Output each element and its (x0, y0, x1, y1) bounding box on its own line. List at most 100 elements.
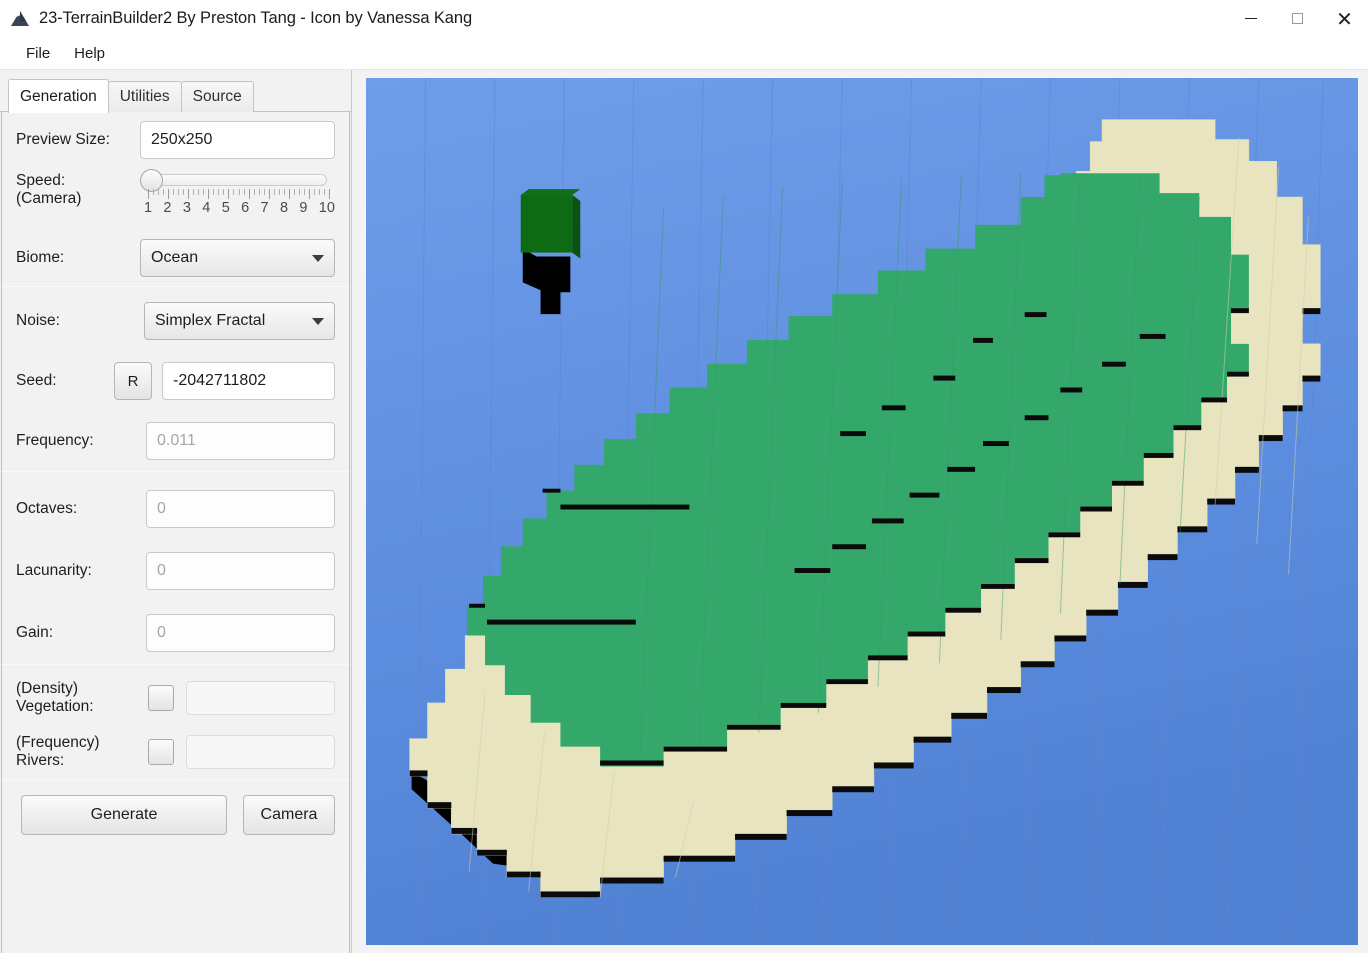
noise-value: Simplex Fractal (155, 312, 266, 329)
lacunarity-input[interactable]: 0 (146, 552, 335, 590)
slider-tick-major (148, 189, 149, 199)
window-controls: ✕ (1227, 0, 1368, 37)
rivers-label-line1: (Frequency) (16, 733, 100, 751)
maximize-icon (1292, 13, 1303, 24)
slider-tick-label: 2 (163, 200, 172, 216)
seed-randomize-button[interactable]: R (114, 362, 152, 400)
speed-label-line1: Speed: (16, 172, 66, 189)
row-lacunarity: Lacunarity: 0 (2, 540, 349, 602)
tab-utilities[interactable]: Utilities (107, 80, 182, 112)
frequency-label: Frequency: (16, 431, 94, 449)
tab-strip: Generation Utilities Source (0, 70, 351, 113)
rivers-label: (Frequency) Rivers: (16, 734, 140, 771)
chevron-down-icon (312, 254, 324, 262)
generation-tab-panel: Preview Size: 250x250 Speed: (Camera) 1 … (1, 112, 350, 953)
speed-label: Speed: (Camera) (16, 172, 140, 209)
slider-tick-minor (233, 189, 235, 195)
seed-input[interactable]: -2042711802 (162, 362, 335, 400)
window-title: 23-TerrainBuilder2 By Preston Tang - Ico… (39, 9, 473, 27)
octaves-input[interactable]: 0 (146, 490, 335, 528)
close-button[interactable]: ✕ (1321, 0, 1368, 37)
slider-tick-major (228, 189, 230, 199)
minimize-button[interactable] (1227, 0, 1274, 37)
slider-tick-minor (193, 189, 195, 195)
menu-item-help[interactable]: Help (62, 41, 117, 66)
terrain-scene (366, 78, 1358, 945)
slider-tick-minor (183, 189, 185, 195)
section-fractal: Octaves: 0 Lacunarity: 0 Gain: 0 (2, 472, 349, 664)
speed-label-line2: (Camera) (16, 190, 82, 208)
minimize-icon (1244, 18, 1257, 19)
gain-label: Gain: (16, 623, 54, 641)
noise-label: Noise: (16, 311, 60, 329)
slider-tick-minor (213, 189, 215, 195)
slider-tick-minor (243, 189, 245, 195)
seed-label: Seed: (16, 371, 57, 389)
slider-tick-minor (198, 189, 200, 195)
slider-tick-major (208, 189, 210, 199)
lacunarity-label: Lacunarity: (16, 561, 92, 579)
slider-tick-label: 7 (260, 200, 269, 216)
slider-tick-minor (313, 189, 315, 195)
tree-leaves-side (572, 195, 581, 259)
viewport-container (352, 70, 1368, 953)
tab-generation[interactable]: Generation (8, 78, 109, 113)
mountain-icon (9, 8, 31, 30)
rivers-input[interactable] (186, 735, 335, 769)
slider-tick-minor (238, 189, 240, 195)
slider-tick-minor (258, 189, 260, 195)
slider-tick-major (188, 189, 190, 199)
row-octaves: Octaves: 0 (2, 478, 349, 540)
speed-tick-labels: 1 2 3 4 5 6 7 8 9 10 (144, 200, 335, 216)
biome-select[interactable]: Ocean (140, 239, 335, 277)
slider-tick-minor (223, 189, 225, 195)
slider-tick-minor (203, 189, 205, 195)
vegetation-input[interactable] (186, 681, 335, 715)
section-basic: Preview Size: 250x250 Speed: (Camera) 1 … (2, 112, 349, 286)
slider-tick-minor (218, 189, 220, 195)
vegetation-checkbox[interactable] (148, 685, 174, 711)
slider-tick-label: 10 (318, 200, 335, 216)
slider-tick-minor (153, 189, 155, 195)
row-seed: Seed: R -2042711802 (2, 351, 349, 411)
slider-tick-major (168, 189, 170, 199)
row-vegetation: (Density) Vegetation: (2, 671, 349, 725)
section-noise: Noise: Simplex Fractal Seed: R -20427118… (2, 287, 349, 471)
close-icon: ✕ (1336, 6, 1353, 31)
preview-size-label: Preview Size: (16, 130, 110, 148)
speed-slider-track[interactable] (140, 169, 327, 192)
slider-tick-minor (163, 189, 165, 195)
slider-tick-minor (318, 189, 320, 195)
slider-tick-major (329, 189, 330, 199)
row-speed: Speed: (Camera) 1 2 3 4 5 6 7 8 9 10 (2, 168, 349, 230)
main-body: Generation Utilities Source Preview Size… (0, 70, 1368, 953)
maximize-button[interactable] (1274, 0, 1321, 37)
slider-tick-minor (323, 189, 325, 195)
speed-slider[interactable]: 1 2 3 4 5 6 7 8 9 10 (140, 169, 335, 216)
row-rivers: (Frequency) Rivers: (2, 725, 349, 779)
tab-source[interactable]: Source (180, 80, 254, 112)
menu-bar: File Help (0, 37, 1368, 70)
frequency-input[interactable]: 0.011 (146, 422, 335, 460)
row-preview-size: Preview Size: 250x250 (2, 112, 349, 168)
generate-button[interactable]: Generate (21, 795, 227, 835)
slider-tick-major (248, 189, 250, 199)
section-actions: Generate Camera (2, 780, 349, 850)
rivers-checkbox[interactable] (148, 739, 174, 765)
camera-button[interactable]: Camera (243, 795, 335, 835)
speed-slider-ticks (148, 189, 330, 199)
gain-input[interactable]: 0 (146, 614, 335, 652)
preview-size-input[interactable]: 250x250 (140, 121, 335, 159)
row-actions: Generate Camera (2, 780, 349, 850)
slider-tick-major (308, 189, 310, 199)
terrain-preview-3d[interactable] (366, 78, 1358, 945)
menu-item-file[interactable]: File (14, 41, 62, 66)
slider-tick-minor (298, 189, 300, 195)
noise-select[interactable]: Simplex Fractal (144, 302, 335, 340)
slider-tick-minor (283, 189, 285, 195)
slider-tick-label: 4 (202, 200, 211, 216)
vegetation-label: (Density) Vegetation: (16, 680, 140, 717)
slider-tick-minor (263, 189, 265, 195)
section-features: (Density) Vegetation: (Frequency) Rivers… (2, 665, 349, 779)
slider-tick-label: 6 (241, 200, 250, 216)
